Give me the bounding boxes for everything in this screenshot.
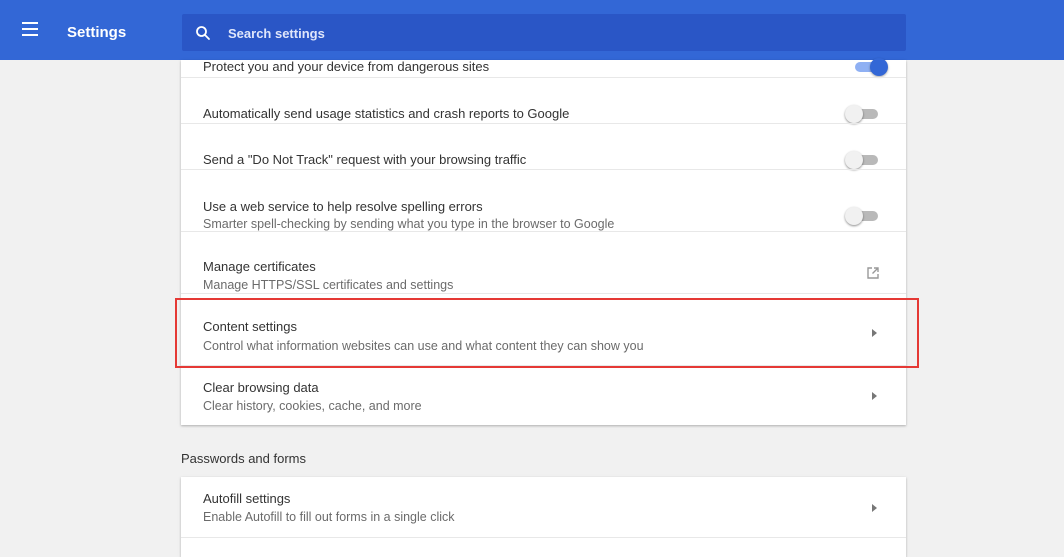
external-link-icon[interactable]	[866, 266, 880, 280]
toggle-safe-browsing[interactable]	[852, 58, 888, 76]
privacy-settings-card: Protect you and your device from dangero…	[181, 58, 906, 425]
setting-sublabel: Smarter spell-checking by sending what y…	[203, 217, 615, 231]
setting-label: Protect you and your device from dangero…	[203, 59, 490, 74]
hamburger-menu-icon[interactable]	[22, 22, 38, 36]
setting-row-do-not-track[interactable]: Send a "Do Not Track" request with your …	[181, 123, 906, 169]
setting-row-certificates[interactable]: Manage certificates Manage HTTPS/SSL cer…	[181, 231, 906, 293]
setting-row-spelling[interactable]: Use a web service to help resolve spelli…	[181, 169, 906, 231]
setting-label: Clear browsing data	[203, 380, 319, 395]
passwords-forms-card: Autofill settings Enable Autofill to fil…	[181, 477, 906, 557]
search-input[interactable]	[228, 23, 888, 43]
setting-row-autofill[interactable]: Autofill settings Enable Autofill to fil…	[181, 477, 906, 537]
setting-row-content-settings[interactable]: Content settings Control what informatio…	[181, 293, 906, 365]
arrow-right-icon[interactable]	[872, 504, 877, 512]
setting-row-next[interactable]	[181, 537, 906, 557]
setting-label: Send a "Do Not Track" request with your …	[203, 152, 527, 167]
setting-label: Use a web service to help resolve spelli…	[203, 199, 483, 214]
setting-sublabel: Clear history, cookies, cache, and more	[203, 399, 422, 413]
app-title: Settings	[67, 24, 127, 41]
setting-label: Autofill settings	[203, 491, 291, 506]
search-icon[interactable]	[195, 25, 211, 41]
setting-label: Manage certificates	[203, 259, 316, 274]
setting-label: Content settings	[203, 319, 297, 334]
toggle-spelling-service[interactable]	[845, 207, 881, 225]
setting-row-safe-browsing[interactable]: Protect you and your device from dangero…	[181, 58, 906, 76]
setting-sublabel: Enable Autofill to fill out forms in a s…	[203, 510, 455, 524]
setting-row-usage-stats[interactable]: Automatically send usage statistics and …	[181, 77, 906, 123]
setting-row-clear-browsing-data[interactable]: Clear browsing data Clear history, cooki…	[181, 365, 906, 425]
section-title-passwords-and-forms: Passwords and forms	[181, 451, 306, 466]
arrow-right-icon[interactable]	[872, 329, 877, 337]
toggle-usage-stats[interactable]	[845, 105, 881, 123]
search-box[interactable]	[182, 14, 906, 51]
setting-sublabel: Control what information websites can us…	[203, 339, 644, 353]
arrow-right-icon[interactable]	[872, 392, 877, 400]
setting-label: Automatically send usage statistics and …	[203, 106, 570, 121]
setting-sublabel: Manage HTTPS/SSL certificates and settin…	[203, 278, 454, 292]
toggle-do-not-track[interactable]	[845, 151, 881, 169]
app-header: Settings	[0, 0, 1064, 60]
